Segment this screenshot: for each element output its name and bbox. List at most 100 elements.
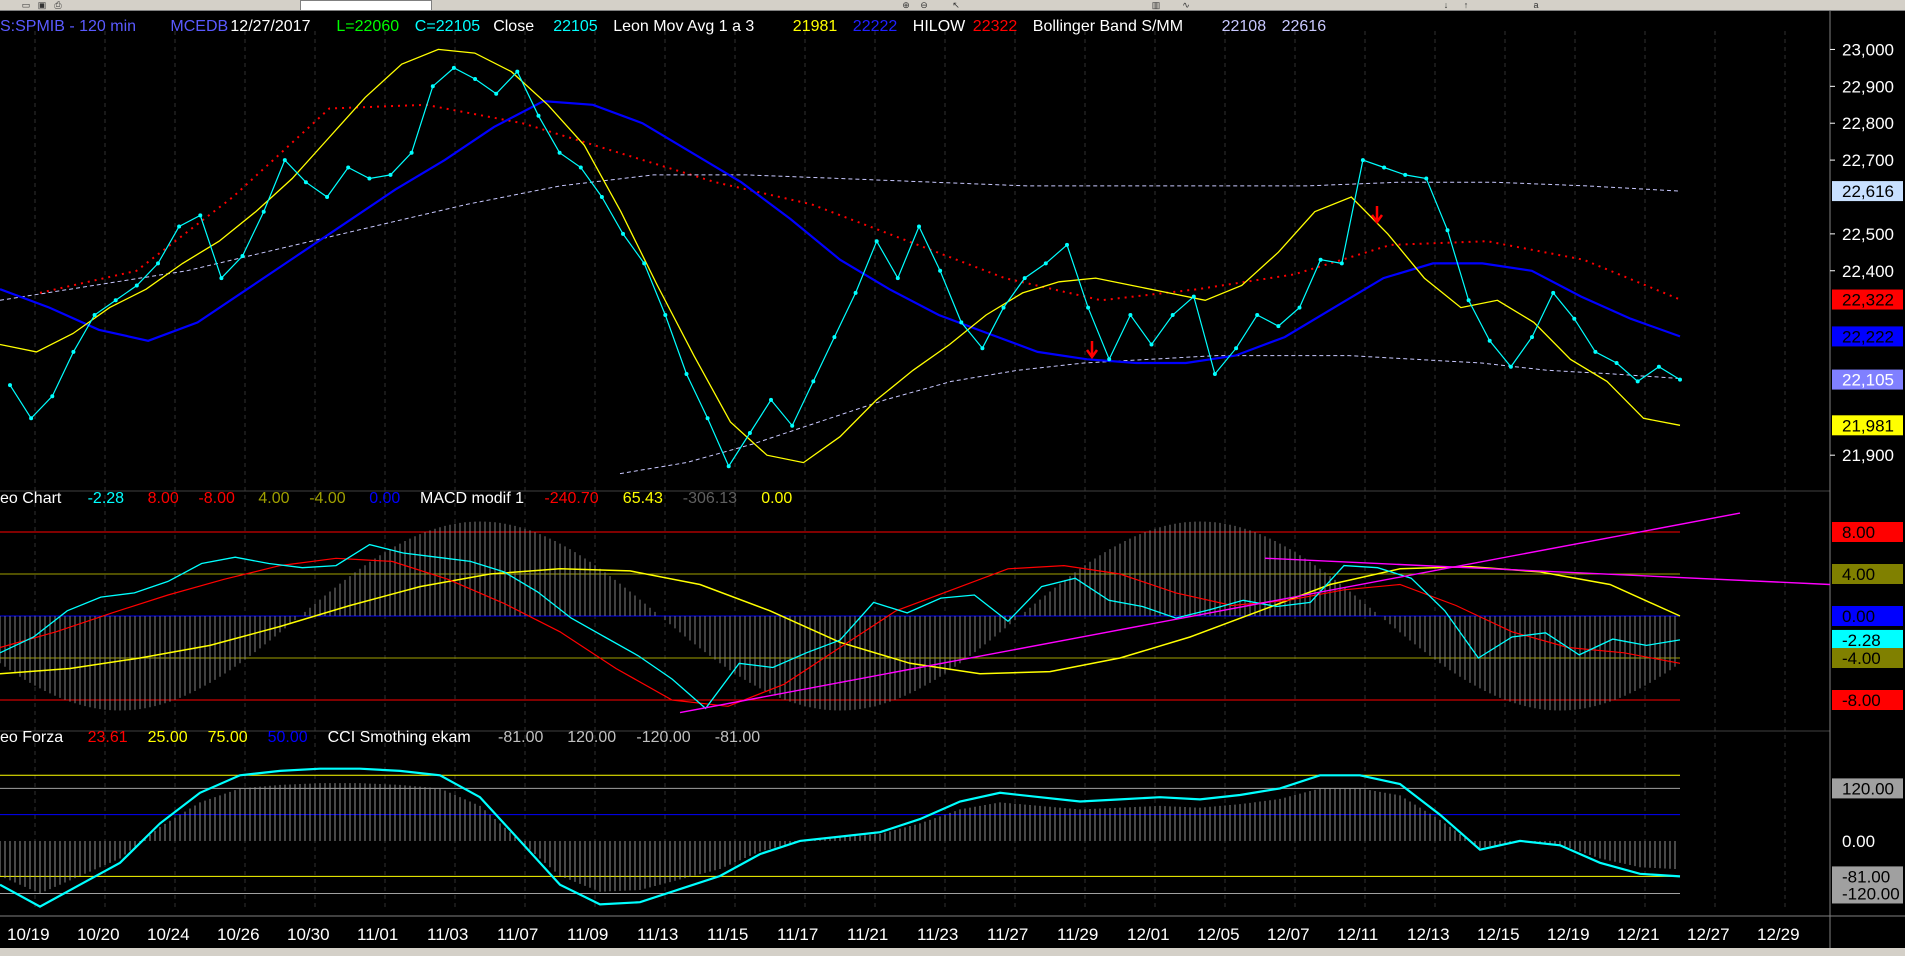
close-point — [134, 283, 139, 288]
close-point — [409, 150, 414, 155]
date-tick-label: 12/13 — [1407, 925, 1450, 944]
print-icon[interactable]: ⎙ — [52, 1, 64, 10]
close-point — [1360, 158, 1365, 163]
date-tick-label: 11/13 — [637, 925, 678, 944]
close-point — [177, 224, 182, 229]
arrow-down-icon[interactable]: ↓ — [1440, 1, 1452, 10]
header-label: -2.28 — [88, 490, 125, 507]
chart-background — [0, 11, 1905, 948]
header-label: -306.13 — [683, 490, 737, 507]
close-point — [219, 276, 224, 281]
header-label: 12/27/2017 — [230, 18, 310, 35]
close-point — [747, 431, 752, 435]
close-point — [156, 261, 160, 266]
value-badge-label: 22,616 — [1842, 182, 1894, 201]
arrow-up-icon[interactable]: ↑ — [1460, 1, 1472, 10]
date-tick-label: 12/27 — [1687, 925, 1730, 944]
axis-tick-label: 22,700 — [1842, 151, 1894, 170]
close-point — [1614, 361, 1619, 365]
header-label: -240.70 — [544, 490, 598, 507]
value-badge-label: -4.00 — [1842, 649, 1881, 668]
date-tick-label: 11/17 — [777, 925, 818, 944]
header-label: 120.00 — [567, 729, 616, 746]
close-point — [1212, 372, 1217, 376]
zoom-in-icon[interactable]: ⊕ — [900, 1, 912, 10]
chart-area: 23,000 22,900 22,800 22,700 22,500 22,400 21,9… — [0, 11, 1905, 948]
close-point — [1297, 305, 1302, 310]
close-point — [705, 416, 710, 421]
header-label: S:SPMIB - 120 min — [0, 18, 136, 35]
close-point — [726, 464, 731, 469]
header-label: 50.00 — [268, 729, 308, 746]
header-label: 0.00 — [761, 490, 792, 507]
date-tick-label: 12/21 — [1617, 925, 1660, 944]
bar-chart-icon[interactable]: ▥ — [1150, 1, 1162, 10]
close-point — [536, 113, 541, 118]
close-point — [1530, 335, 1534, 340]
date-tick-label: 12/07 — [1267, 925, 1310, 944]
open-icon[interactable]: ▭ — [20, 1, 32, 10]
close-point — [1255, 313, 1260, 317]
close-point — [1339, 261, 1344, 266]
close-point — [1107, 357, 1112, 362]
header-label: Bollinger Band S/MM — [1033, 18, 1183, 35]
save-icon[interactable]: ▣ — [36, 1, 48, 10]
header-label: CCI Smothing ekam — [328, 729, 471, 746]
header-label: 22322 — [973, 18, 1018, 35]
close-point — [325, 195, 330, 199]
value-badge-label: 8.00 — [1842, 523, 1875, 542]
value-badge-label: -120.00 — [1842, 884, 1900, 903]
header-label: Leon Mov Avg 1 a 3 — [613, 18, 754, 35]
close-point — [1170, 313, 1175, 317]
close-point — [29, 416, 34, 421]
close-point — [980, 346, 985, 351]
date-tick-label: 12/05 — [1197, 925, 1240, 944]
header-label: eo Forza — [0, 729, 63, 746]
axis-tick-label: 23,000 — [1842, 40, 1894, 59]
date-tick-label: 11/23 — [917, 925, 958, 944]
close-point — [71, 349, 76, 354]
header-label: -81.00 — [715, 729, 760, 746]
header-label: 21981 — [793, 18, 838, 35]
axis-tick-label: 22,500 — [1842, 225, 1894, 244]
header-label: 22222 — [853, 18, 898, 35]
axis-tick-label: 22,400 — [1842, 262, 1894, 281]
date-tick-label: 11/27 — [987, 925, 1028, 944]
header-label: L=22060 — [336, 18, 399, 35]
header-label: -8.00 — [198, 490, 235, 507]
close-point — [853, 290, 858, 295]
close-point — [790, 423, 795, 428]
close-point — [895, 276, 900, 281]
header-label: -120.00 — [636, 729, 690, 746]
close-point — [769, 397, 773, 402]
symbol-combo[interactable] — [300, 0, 432, 11]
status-bar — [0, 948, 1905, 956]
date-tick-label: 10/26 — [217, 925, 260, 944]
value-badge-label: 120.00 — [1842, 779, 1894, 798]
close-point — [1149, 342, 1154, 347]
header-label: 8.00 — [148, 490, 179, 507]
cursor-icon[interactable]: ↖ — [950, 1, 962, 10]
close-point — [261, 209, 266, 214]
close-point — [1551, 290, 1556, 295]
line-chart-icon[interactable]: ∿ — [1180, 1, 1192, 10]
close-point — [92, 313, 97, 317]
close-point — [1276, 324, 1281, 329]
close-point — [1466, 298, 1471, 303]
header-label: 23.61 — [88, 729, 128, 746]
text-icon[interactable]: a — [1530, 1, 1542, 10]
close-point — [599, 195, 604, 199]
close-point — [430, 84, 435, 89]
header-label: 22105 — [553, 18, 598, 35]
close-point — [1128, 313, 1133, 317]
close-point — [642, 261, 647, 266]
close-point — [198, 213, 203, 218]
close-point — [832, 335, 837, 340]
zoom-out-icon[interactable]: ⊖ — [918, 1, 930, 10]
close-point — [1593, 349, 1598, 354]
close-point — [1656, 364, 1661, 369]
header-label: 25.00 — [148, 729, 188, 746]
date-tick-label: 10/30 — [287, 925, 330, 944]
close-point — [1043, 261, 1048, 266]
value-badge-label: 0.00 — [1842, 607, 1875, 626]
